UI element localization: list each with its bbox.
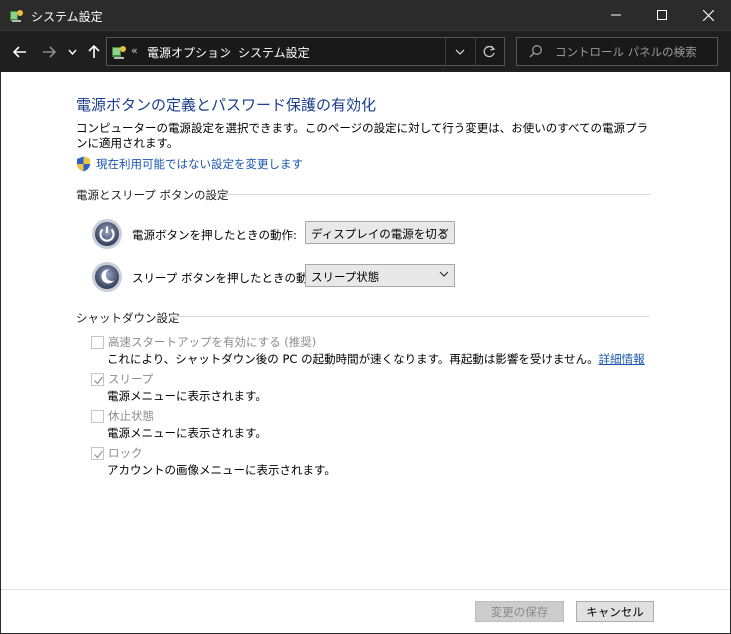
- chevron-down-icon: [439, 225, 449, 239]
- breadcrumb-overflow[interactable]: «: [131, 44, 138, 57]
- fast-startup-title: 高速スタートアップを有効にする (推奨): [108, 335, 317, 349]
- sleep-button-label: スリープ ボタンを押したときの動作:: [132, 271, 323, 285]
- close-button[interactable]: [685, 0, 731, 30]
- sleep-button-action-select[interactable]: スリープ状態: [305, 264, 455, 287]
- search-box[interactable]: [516, 37, 718, 66]
- uac-shield-icon: [77, 156, 90, 172]
- power-button-icon: [91, 218, 123, 250]
- group-divider: [217, 194, 650, 195]
- breadcrumb-system-settings[interactable]: システム設定: [238, 44, 310, 61]
- back-button[interactable]: [9, 41, 31, 63]
- chevron-down-icon: [439, 268, 449, 282]
- save-changes-button[interactable]: 変更の保存: [475, 601, 564, 622]
- sleep-title: スリープ: [108, 372, 154, 386]
- search-input[interactable]: [555, 43, 713, 61]
- recent-locations-button[interactable]: [65, 41, 79, 63]
- group-divider: [169, 316, 650, 317]
- address-dropdown-button[interactable]: [445, 38, 473, 65]
- footer-divider: [1, 589, 730, 590]
- power-button-label: 電源ボタンを押したときの動作:: [132, 228, 297, 242]
- fast-startup-checkbox[interactable]: [91, 336, 104, 349]
- fast-startup-description-text: これにより、シャットダウン後の PC の起動時間が速くなります。再起動は影響を受…: [107, 352, 599, 366]
- fast-startup-description: これにより、シャットダウン後の PC の起動時間が速くなります。再起動は影響を受…: [107, 351, 645, 367]
- main-pane: 電源ボタンの定義とパスワード保護の有効化 コンピューターの電源設定を選択できます…: [1, 72, 730, 633]
- breadcrumb-separator[interactable]: ›: [224, 43, 229, 57]
- cancel-button[interactable]: キャンセル: [576, 601, 654, 622]
- hibernate-description: 電源メニューに表示されます。: [107, 426, 267, 440]
- forward-button[interactable]: [38, 41, 60, 63]
- page-description: コンピューターの電源設定を選択できます。このページの設定に対して行う変更は、お使…: [76, 121, 649, 150]
- chevron-down-icon: [455, 49, 464, 55]
- hibernate-checkbox[interactable]: [91, 410, 104, 423]
- power-buttons-group-label: 電源とスリープ ボタンの設定: [76, 188, 229, 202]
- change-unavailable-settings-label[interactable]: 現在利用可能ではない設定を変更します: [96, 156, 303, 172]
- page-title: 電源ボタンの定義とパスワード保護の有効化: [76, 96, 377, 114]
- lock-checkbox[interactable]: [91, 447, 104, 460]
- lock-description: アカウントの画像メニューに表示されます。: [107, 463, 336, 477]
- sleep-button-row: スリープ ボタンを押したときの動作: スリープ状態: [91, 261, 471, 295]
- change-unavailable-settings-link[interactable]: 現在利用可能ではない設定を変更します: [76, 156, 303, 172]
- check-icon: [94, 376, 104, 385]
- control-panel-icon: [111, 44, 127, 60]
- navigation-bar: « 電源オプション › システム設定: [0, 30, 731, 72]
- lock-title: ロック: [108, 446, 143, 460]
- sleep-description: 電源メニューに表示されます。: [107, 389, 267, 403]
- address-bar[interactable]: « 電源オプション › システム設定: [106, 37, 505, 66]
- power-button-action-select[interactable]: ディスプレイの電源を切る: [305, 221, 455, 244]
- title-bar: システム設定: [0, 0, 731, 30]
- chevron-down-icon: [67, 49, 77, 55]
- minimize-button[interactable]: [593, 0, 639, 30]
- refresh-button[interactable]: [475, 38, 503, 65]
- control-panel-icon: [9, 8, 24, 23]
- hibernate-title: 休止状態: [108, 409, 154, 423]
- up-button[interactable]: [83, 41, 105, 63]
- search-icon: [529, 44, 545, 60]
- sleep-checkbox[interactable]: [91, 373, 104, 386]
- maximize-button[interactable]: [639, 0, 685, 30]
- refresh-icon: [483, 45, 496, 58]
- shutdown-group-label: シャットダウン設定: [76, 311, 180, 325]
- sleep-button-action-value: スリープ状態: [311, 270, 380, 284]
- forward-arrow-icon: [43, 46, 56, 58]
- back-arrow-icon: [13, 46, 26, 58]
- check-icon: [94, 450, 104, 459]
- sleep-button-icon: [91, 261, 123, 293]
- breadcrumb-power-options[interactable]: 電源オプション: [147, 44, 231, 61]
- power-button-action-value: ディスプレイの電源を切る: [311, 227, 449, 241]
- up-arrow-icon: [88, 45, 100, 58]
- window-title: システム設定: [31, 10, 103, 24]
- more-info-link[interactable]: 詳細情報: [599, 352, 645, 366]
- power-button-row: 電源ボタンを押したときの動作: ディスプレイの電源を切る: [91, 218, 471, 252]
